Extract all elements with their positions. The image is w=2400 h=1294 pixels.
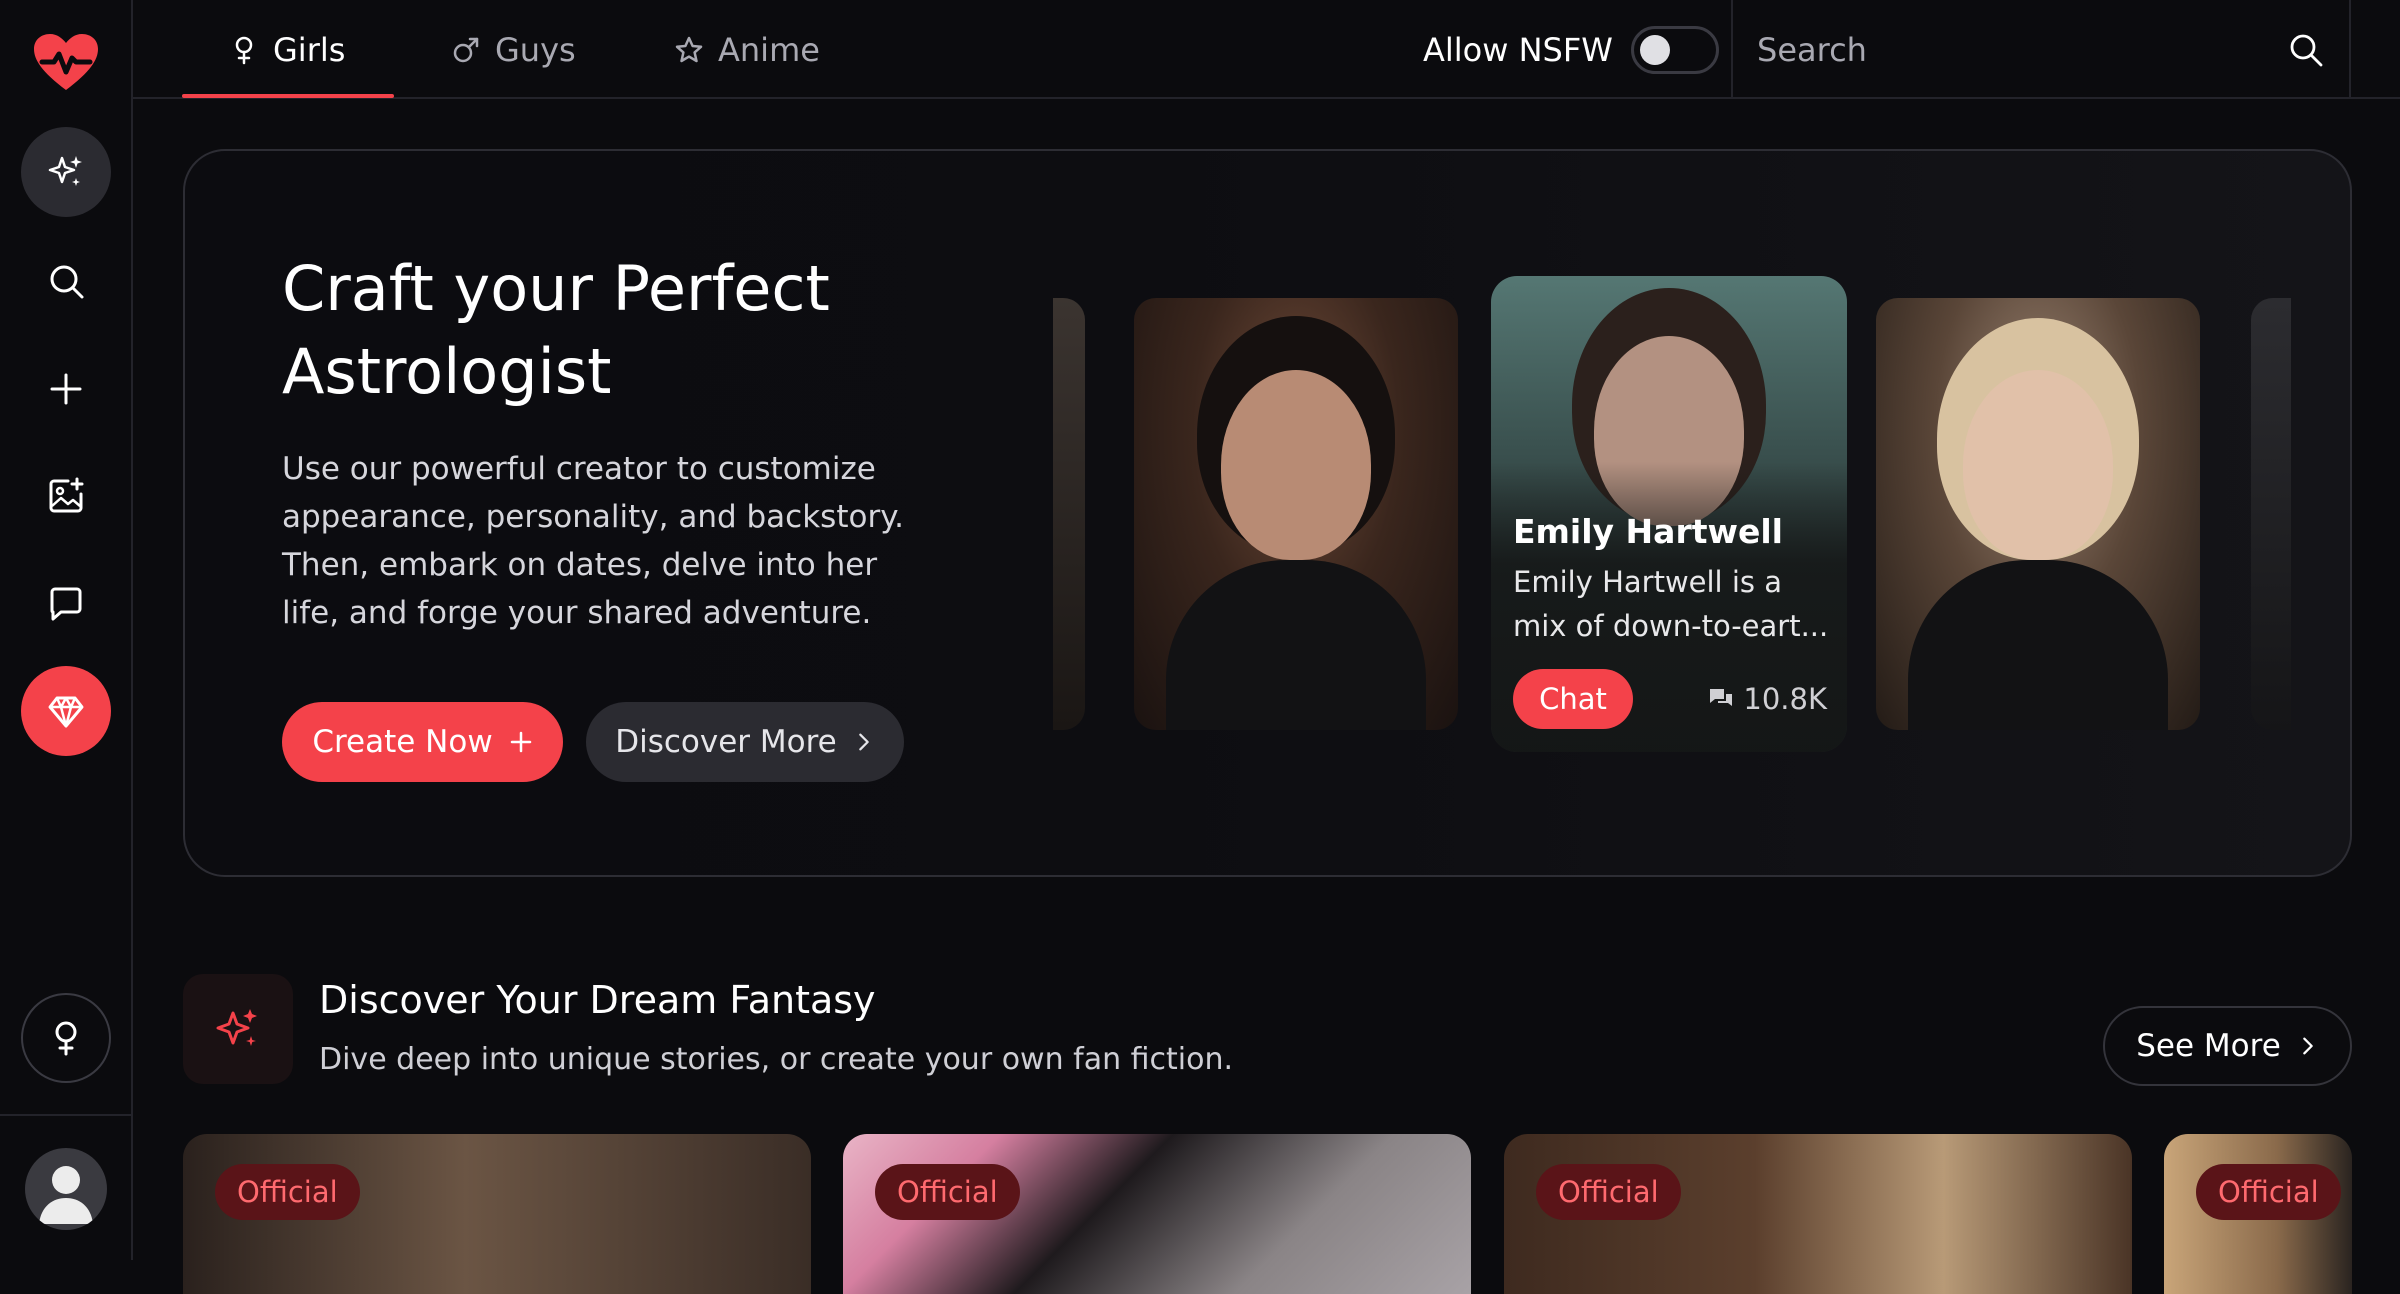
hero-description: Use our powerful creator to customize ap… [282, 451, 904, 631]
plus-icon [510, 731, 531, 753]
portrait-image [1166, 560, 1426, 730]
toggle-knob [1639, 34, 1670, 65]
hero-banner: Craft your Perfect Astrologist Use our p… [183, 149, 2352, 877]
see-more-label: See More [2136, 1028, 2281, 1064]
nsfw-setting: Allow NSFW [1423, 0, 1719, 99]
star-icon [675, 36, 703, 62]
plus-icon [50, 373, 82, 405]
sparkles-nav-button[interactable] [21, 127, 111, 217]
search-bar [1731, 0, 2351, 99]
see-more-button[interactable]: See More [2103, 1006, 2352, 1086]
chat-count: 10.8K [1707, 682, 1827, 716]
sidebar [0, 0, 133, 1260]
discover-more-button[interactable]: Discover More [586, 702, 904, 782]
search-nav-button[interactable] [21, 236, 111, 326]
discover-more-label: Discover More [615, 724, 837, 760]
chat-count-icon [1710, 689, 1733, 706]
character-description: Emily Hartwell is a mix of down-to-eart.… [1513, 565, 1829, 643]
female-icon [55, 1021, 77, 1056]
create-now-button[interactable]: Create Now [282, 702, 563, 782]
heart-pulse-icon[interactable] [32, 32, 100, 94]
tab-girls-label: Girls [273, 30, 346, 69]
character-card-partial-left[interactable] [1053, 298, 1085, 730]
chat-button[interactable]: Chat [1513, 669, 1633, 729]
create-nav-button[interactable] [21, 344, 111, 434]
sparkles-icon [216, 1009, 257, 1046]
sparkles-icon [48, 156, 82, 186]
character-card[interactable] [1134, 298, 1458, 730]
premium-nav-button[interactable] [21, 666, 111, 756]
official-badge: Official [1536, 1164, 1681, 1220]
chevron-right-icon [2302, 1037, 2313, 1055]
search-icon [50, 265, 84, 299]
image-generate-nav-button[interactable] [21, 451, 111, 541]
character-name: Emily Hartwell [1513, 512, 1783, 551]
featured-character-card[interactable]: Emily Hartwell Emily Hartwell is a mix o… [1491, 276, 1847, 752]
portrait-image [1908, 560, 2168, 730]
tab-anime-label: Anime [718, 30, 820, 69]
male-icon [453, 37, 479, 62]
tab-guys[interactable]: Guys [451, 0, 576, 99]
chat-count-value: 10.8K [1743, 682, 1827, 716]
official-badge: Official [875, 1164, 1020, 1220]
section-icon [183, 974, 293, 1084]
tab-anime[interactable]: Anime [674, 0, 820, 99]
diamond-icon [48, 696, 84, 728]
tab-girls[interactable]: Girls [229, 0, 345, 99]
story-card[interactable]: Official [843, 1134, 1471, 1294]
story-card[interactable]: Official [2164, 1134, 2352, 1294]
search-icon[interactable] [2288, 32, 2324, 68]
chat-bubble-icon [50, 587, 82, 621]
search-input[interactable] [1757, 26, 2257, 74]
official-badge: Official [2196, 1164, 2341, 1220]
chats-nav-button[interactable] [21, 559, 111, 649]
top-navigation: Girls Guys Anime Allow NSFW [133, 0, 2400, 99]
female-icon [235, 36, 253, 64]
section-title: Discover Your Dream Fantasy [319, 978, 876, 1022]
active-tab-indicator [182, 94, 394, 98]
portrait-image [1221, 370, 1371, 560]
nsfw-label: Allow NSFW [1423, 30, 1613, 69]
user-avatar-icon[interactable] [25, 1148, 107, 1230]
gender-switch-button[interactable] [21, 993, 111, 1083]
tab-guys-label: Guys [495, 30, 576, 69]
story-card[interactable]: Official [183, 1134, 811, 1294]
character-card-partial-right[interactable] [2251, 298, 2291, 730]
create-now-label: Create Now [312, 724, 493, 760]
hero-title: Craft your Perfect Astrologist [282, 252, 830, 408]
story-card[interactable]: Official [1504, 1134, 2132, 1294]
section-subtitle: Dive deep into unique stories, or create… [319, 1042, 1234, 1077]
chevron-right-icon [858, 733, 869, 751]
image-add-icon [49, 477, 84, 513]
nsfw-toggle[interactable] [1630, 25, 1719, 74]
character-card[interactable] [1876, 298, 2200, 730]
portrait-image [1963, 370, 2113, 560]
sidebar-divider [0, 1114, 133, 1116]
official-badge: Official [215, 1164, 360, 1220]
